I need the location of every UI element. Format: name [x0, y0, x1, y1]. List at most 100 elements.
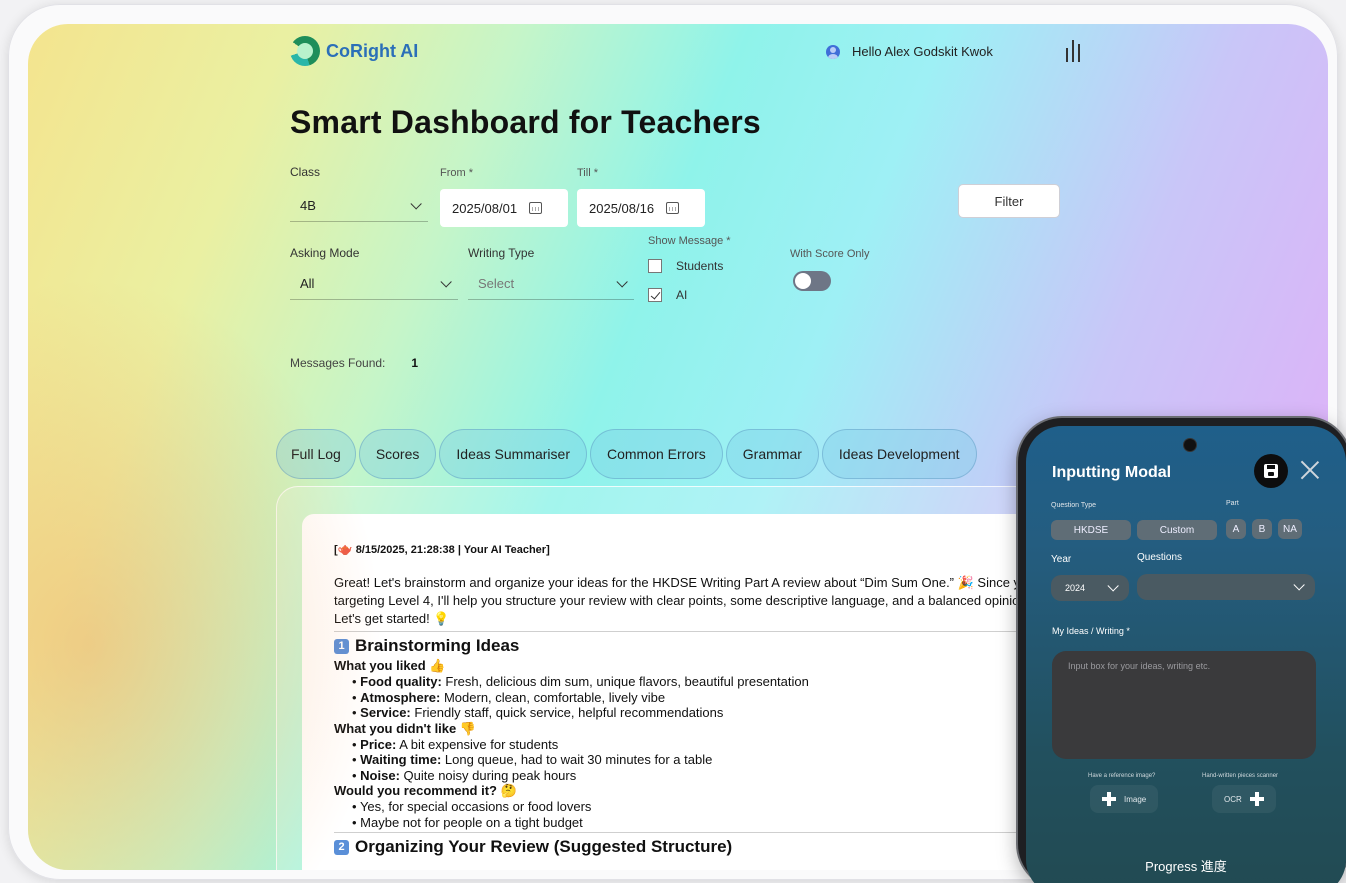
class-value: 4B [300, 198, 316, 213]
recommend-title: Would you recommend it? 🤔 [334, 783, 517, 798]
filter-button[interactable]: Filter [958, 184, 1060, 218]
section-heading: 2 Organizing Your Review (Suggested Stru… [334, 837, 1062, 857]
show-students-checkbox[interactable]: Students [648, 259, 723, 273]
report-tabs: Full Log Scores Ideas Summariser Common … [276, 429, 977, 479]
year-value: 2024 [1065, 583, 1086, 593]
camera-icon [1184, 439, 1196, 451]
page-title: Smart Dashboard for Teachers [290, 104, 761, 140]
section-number-icon: 2 [334, 839, 349, 855]
save-icon [1264, 464, 1278, 478]
asking-mode-label: Asking Mode [290, 246, 360, 260]
recommend-list: Yes, for special occasions or food lover… [334, 799, 1062, 830]
asking-mode-value: All [300, 276, 315, 291]
list-item: Service: Friendly staff, quick service, … [352, 705, 1062, 721]
from-date-value: 2025/08/01 [452, 200, 518, 216]
from-date-input[interactable]: 2025/08/01 [440, 189, 568, 227]
meta-text: 8/15/2025, 21:28:38 | Your AI Teacher] [355, 544, 550, 556]
score-only-label: With Score Only [790, 248, 870, 260]
tab-scores[interactable]: Scores [358, 429, 437, 479]
writing-type-placeholder: Select [478, 276, 515, 291]
add-image-button[interactable]: Image [1090, 785, 1159, 813]
scanner-label: Hand-written pieces scanner [1202, 773, 1279, 779]
score-only-toggle[interactable] [793, 271, 831, 291]
disliked-title: What you didn't like 👎 [334, 720, 477, 736]
reference-image-label: Have a reference image? [1088, 773, 1156, 779]
questions-select[interactable] [1137, 574, 1315, 600]
year-label: Year [1051, 554, 1072, 565]
liked-title: What you liked 👍 [334, 658, 446, 673]
message-meta: [🫖 8/15/2025, 21:28:38 | Your AI Teacher… [334, 542, 1062, 556]
till-date-input[interactable]: 2025/08/16 [577, 189, 705, 227]
section-title: Brainstorming Ideas [355, 636, 520, 655]
save-button[interactable] [1254, 454, 1288, 488]
list-item: Yes, for special occasions or food lover… [352, 799, 1062, 815]
divider [334, 631, 1062, 632]
brand-logo[interactable]: CoRight AI [290, 36, 418, 66]
coright-logo-icon [290, 36, 320, 66]
tab-full-log[interactable]: Full Log [276, 429, 356, 479]
show-ai-label: AI [676, 288, 688, 302]
till-label: Till * [577, 167, 598, 179]
question-type-label: Question Type [1051, 502, 1097, 509]
inputting-modal: Inputting Modal Question Type Part HKDSE… [1026, 426, 1346, 883]
progress-label: Progress 進度 [1145, 859, 1227, 874]
tab-common-errors[interactable]: Common Errors [589, 429, 723, 479]
part-b-button[interactable]: B [1252, 519, 1272, 539]
from-label: From * [440, 167, 473, 179]
till-date-value: 2025/08/16 [589, 200, 655, 216]
list-item: Price: A bit expensive for students [352, 737, 1062, 753]
ideas-label: My Ideas / Writing * [1052, 626, 1130, 636]
calendar-icon[interactable] [666, 202, 680, 214]
list-item: Maybe not for people on a tight budget [352, 815, 1062, 831]
tab-ideas-development[interactable]: Ideas Development [821, 429, 977, 479]
chevron-down-icon [1293, 579, 1305, 591]
show-message-label: Show Message * [648, 235, 731, 247]
message-intro: Great! Let's brainstorm and organize you… [334, 575, 1049, 626]
class-label: Class [290, 165, 321, 179]
chevron-down-icon [410, 197, 422, 210]
chevron-down-icon [440, 275, 452, 288]
show-students-label: Students [676, 259, 724, 273]
messages-found: Messages Found: 1 [290, 356, 418, 370]
questions-label: Questions [1137, 552, 1183, 563]
plus-icon [1102, 792, 1116, 806]
type-hkdse-button[interactable]: HKDSE [1051, 520, 1131, 540]
list-item: Noise: Quite noisy during peak hours [352, 768, 1062, 784]
chevron-down-icon [616, 275, 628, 288]
list-item: Waiting time: Long queue, had to wait 30… [352, 752, 1062, 768]
part-a-button[interactable]: A [1226, 519, 1246, 539]
brand-name: CoRight AI [326, 40, 419, 61]
type-custom-button[interactable]: Custom [1137, 520, 1217, 540]
asking-mode-select[interactable]: All [290, 268, 458, 300]
show-ai-checkbox[interactable]: AI [648, 288, 687, 302]
message-card: [🫖 8/15/2025, 21:28:38 | Your AI Teacher… [302, 514, 1062, 870]
year-select[interactable]: 2024 [1051, 575, 1129, 601]
part-na-button[interactable]: NA [1278, 519, 1302, 539]
section-heading: 1 Brainstorming Ideas [334, 636, 1062, 656]
part-label: Part [1226, 500, 1239, 507]
section-number-icon: 1 [334, 638, 349, 654]
user-greeting[interactable]: Hello Alex Godskit Kwok [826, 44, 993, 59]
messages-found-count: 1 [411, 356, 419, 370]
chevron-down-icon [1107, 580, 1119, 592]
user-avatar-icon [826, 44, 840, 59]
writing-type-select[interactable]: Select [468, 268, 634, 300]
ocr-button-label: OCR [1224, 794, 1242, 804]
app-stage: CoRight AI Hello Alex Godskit Kwok Smart… [0, 0, 1346, 883]
menu-icon[interactable] [1066, 40, 1080, 62]
list-item: Food quality: Fresh, delicious dim sum, … [352, 674, 1062, 690]
writing-type-label: Writing Type [468, 246, 535, 260]
messages-found-label: Messages Found: [290, 356, 386, 370]
tab-ideas-summariser[interactable]: Ideas Summariser [439, 429, 587, 479]
close-icon[interactable] [1300, 460, 1320, 480]
tab-grammar[interactable]: Grammar [725, 429, 819, 479]
ocr-button[interactable]: OCR [1212, 785, 1276, 813]
liked-list: Food quality: Fresh, delicious dim sum, … [334, 674, 1062, 721]
divider [334, 832, 1062, 833]
list-item: Atmosphere: Modern, clean, comfortable, … [352, 690, 1062, 706]
ideas-textarea[interactable]: Input box for your ideas, writing etc. [1052, 651, 1316, 759]
section-title: Organizing Your Review (Suggested Struct… [355, 837, 733, 856]
calendar-icon[interactable] [529, 202, 543, 214]
class-select[interactable]: 4B [290, 190, 428, 222]
teacher-emoji-icon: 🫖 [337, 542, 353, 556]
